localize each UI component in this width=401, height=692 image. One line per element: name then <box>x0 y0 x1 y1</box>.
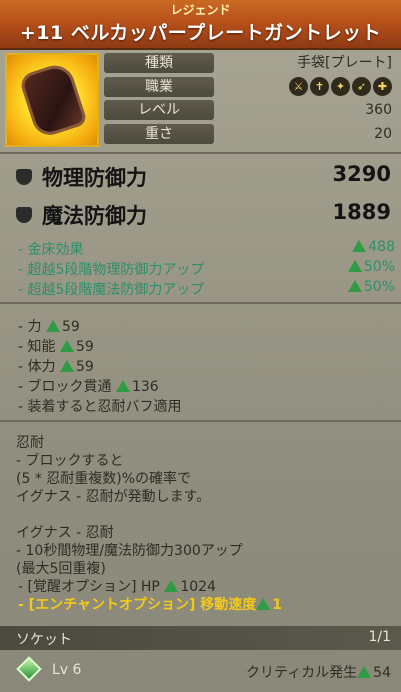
divider <box>0 152 401 154</box>
up-arrow-icon <box>59 340 74 352</box>
stat-str: - 力 59 <box>18 319 80 335</box>
up-arrow-icon <box>45 320 60 332</box>
desc-line: - ブロックすると <box>16 453 124 469</box>
transcend-phys-line: - 超越5段階物理防御力アップ 50% <box>0 259 401 279</box>
item-icon-frame <box>5 53 99 147</box>
attr-row-level: レベル 360 <box>104 99 398 123</box>
shield-icon <box>16 169 32 185</box>
up-arrow-icon <box>352 240 367 252</box>
bonus-label: - 金床効果 <box>18 242 84 258</box>
attr-label: 職業 <box>104 76 214 97</box>
cleric-icon: ✝ <box>310 76 329 96</box>
item-attributes: 種類 手袋[プレート] 職業 ⚔ ✝ ✦ ➶ ✚ レベル 360 重さ 20 <box>104 52 398 146</box>
desc-line: - 10秒間物理/魔法防御力300アップ <box>16 543 243 559</box>
socket-count: 1/1 <box>368 629 391 645</box>
gauntlet-item-icon <box>18 60 88 140</box>
magic-defense-row: 魔法防御力 1889 <box>0 199 401 231</box>
bonus-label: - 超越5段階物理防御力アップ <box>18 262 205 278</box>
enchant-option: - [エンチャントオプション] 移動速度 1 <box>0 594 401 616</box>
enchant-text: - [エンチャントオプション] 移動速度 1 <box>18 597 282 613</box>
attr-label: 重さ <box>104 123 214 144</box>
archer-icon: ➶ <box>352 76 371 96</box>
attr-row-class: 職業 ⚔ ✝ ✦ ➶ ✚ <box>104 76 398 100</box>
defense-label: 物理防御力 <box>42 166 147 190</box>
defense-value: 1889 <box>332 200 391 224</box>
awaken-option: - [覚醒オプション] HP 1024 <box>18 579 216 595</box>
item-grade: レジェンド <box>170 3 231 17</box>
bonus-value: 50% <box>347 259 395 275</box>
item-name: +11 ベルカッパープレートガントレット <box>19 22 382 44</box>
stat-block-pen: - ブロック貫通 136 <box>18 379 159 395</box>
desc-line: (最大5回重複) <box>16 561 106 577</box>
defense-value: 3290 <box>332 162 391 186</box>
anvil-effect-line: - 金床効果 488 <box>0 239 401 259</box>
up-arrow-icon <box>347 280 362 292</box>
item-tooltip: レジェンド +11 ベルカッパープレートガントレット 種類 手袋[プレート] 職… <box>0 0 401 692</box>
desc-line: (5 * 忍耐重複数)%の確率で <box>16 471 192 487</box>
stat-int: - 知能 59 <box>18 339 94 355</box>
tooltip-header: レジェンド +11 ベルカッパープレートガントレット <box>0 0 401 50</box>
transcend-magic-line: - 超越5段階魔法防御力アップ 50% <box>0 279 401 299</box>
attr-row-weight: 重さ 20 <box>104 123 398 147</box>
up-arrow-icon <box>256 598 271 610</box>
bonus-label: - 超越5段階魔法防御力アップ <box>18 282 205 298</box>
class-icons: ⚔ ✝ ✦ ➶ ✚ <box>289 76 392 96</box>
attr-value: 360 <box>365 102 392 118</box>
divider <box>0 302 401 304</box>
attr-value: 手袋[プレート] <box>297 55 392 71</box>
desc-title: 忍耐 <box>16 435 44 451</box>
attr-label: レベル <box>104 100 214 120</box>
bonus-value: 50% <box>347 279 395 295</box>
attr-row-type: 種類 手袋[プレート] <box>104 52 398 76</box>
attr-value: 20 <box>374 125 392 142</box>
gem-icon <box>16 656 42 682</box>
defense-label: 魔法防御力 <box>42 204 147 228</box>
up-arrow-icon <box>357 666 372 678</box>
shield-icon <box>16 207 32 223</box>
mage-icon: ✦ <box>331 76 350 96</box>
desc-line: イグナス - 忍耐が発動します。 <box>16 489 211 505</box>
desc-title: イグナス - 忍耐 <box>16 525 114 541</box>
rogue-icon: ✚ <box>373 76 392 96</box>
gem-row: Lv 6 クリティカル発生 54 <box>0 652 401 692</box>
attr-label: 種類 <box>104 53 214 73</box>
gem-level: Lv 6 <box>52 662 82 678</box>
bonus-value: 488 <box>352 239 395 255</box>
divider <box>0 420 401 422</box>
up-arrow-icon <box>164 580 179 592</box>
warrior-icon: ⚔ <box>289 76 308 96</box>
up-arrow-icon <box>115 380 130 392</box>
up-arrow-icon <box>347 260 362 272</box>
socket-label: ソケット <box>16 632 72 648</box>
socket-bar: ソケット 1/1 <box>0 626 401 650</box>
up-arrow-icon <box>59 360 74 372</box>
crit-stat: クリティカル発生 54 <box>246 665 391 681</box>
stat-buff: - 装着すると忍耐バフ適用 <box>18 399 182 415</box>
stat-vit: - 体力 59 <box>18 359 94 375</box>
physical-defense-row: 物理防御力 3290 <box>0 161 401 193</box>
